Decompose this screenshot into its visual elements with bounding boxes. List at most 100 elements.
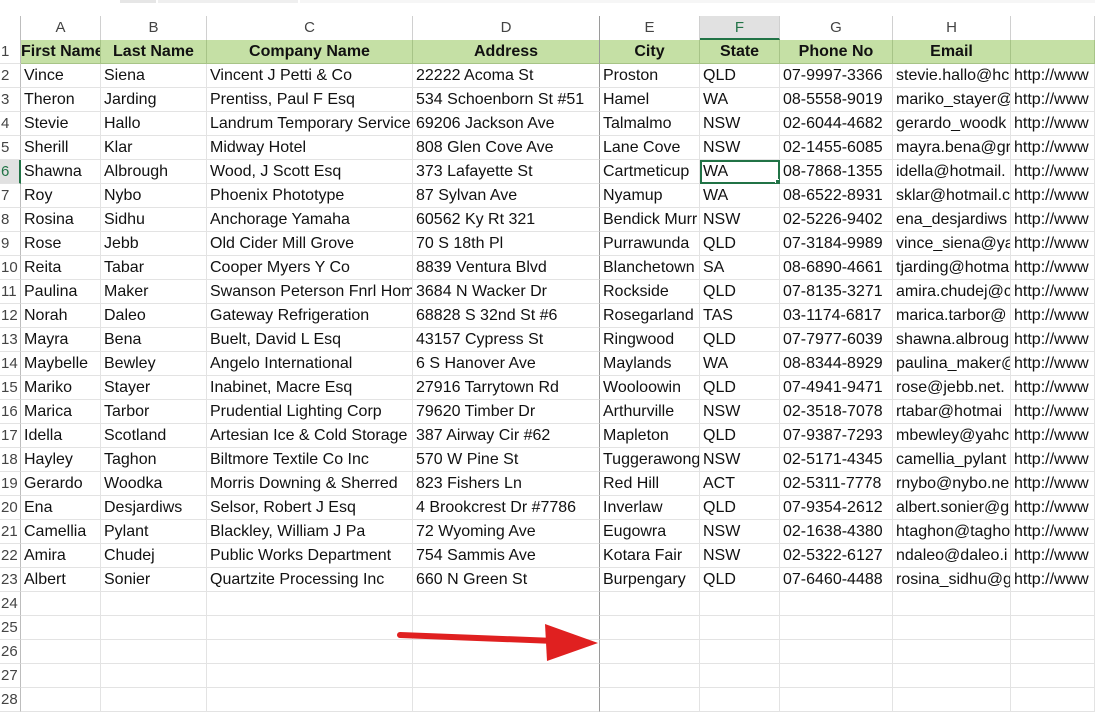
cell[interactable] [600,616,700,640]
cell[interactable]: Klar [101,136,207,160]
cell[interactable]: QLD [700,232,780,256]
cell[interactable]: QLD [700,496,780,520]
cell[interactable]: rosina_sidhu@g [893,568,1011,592]
column-title-cell[interactable]: Company Name [207,40,413,64]
cell[interactable] [893,592,1011,616]
row-header[interactable]: 4 [0,112,21,136]
cell[interactable] [893,664,1011,688]
cell[interactable]: 72 Wyoming Ave [413,520,600,544]
cell[interactable]: Rosegarland [600,304,700,328]
row-header[interactable]: 6 [0,160,21,184]
cell[interactable]: tjarding@hotma [893,256,1011,280]
cell[interactable]: WA [700,88,780,112]
cell[interactable] [207,664,413,688]
cell[interactable]: 07-9354-2612 [780,496,893,520]
cell[interactable]: 823 Fishers Ln [413,472,600,496]
cell[interactable]: 07-6460-4488 [780,568,893,592]
cell[interactable]: http://www [1011,328,1095,352]
cell[interactable]: NSW [700,136,780,160]
cell[interactable]: QLD [700,280,780,304]
row-header[interactable]: 25 [0,616,21,640]
cell[interactable] [700,688,780,712]
cell[interactable]: Reita [21,256,101,280]
cell[interactable]: Bena [101,328,207,352]
cell[interactable]: Siena [101,64,207,88]
cell[interactable]: Ringwood [600,328,700,352]
row-header[interactable]: 8 [0,208,21,232]
row-header[interactable]: 24 [0,592,21,616]
cell[interactable]: Rockside [600,280,700,304]
cell[interactable]: 08-5558-9019 [780,88,893,112]
cell[interactable]: Vincent J Petti & Co [207,64,413,88]
column-header-h[interactable]: H [893,16,1011,40]
select-all-corner[interactable] [0,16,21,40]
row-header[interactable]: 20 [0,496,21,520]
cell[interactable]: 22222 Acoma St [413,64,600,88]
cell[interactable] [207,688,413,712]
cell[interactable]: 02-6044-4682 [780,112,893,136]
cell[interactable]: 808 Glen Cove Ave [413,136,600,160]
cell[interactable]: NSW [700,448,780,472]
cell[interactable]: amira.chudej@c [893,280,1011,304]
cell[interactable]: vince_siena@ya [893,232,1011,256]
cell[interactable]: Prentiss, Paul F Esq [207,88,413,112]
cell[interactable]: Lane Cove [600,136,700,160]
cell[interactable]: mariko_stayer@ [893,88,1011,112]
cell[interactable]: Sidhu [101,208,207,232]
cell[interactable]: Phoenix Phototype [207,184,413,208]
cell[interactable] [21,640,101,664]
column-header-e[interactable]: E [600,16,700,40]
cell[interactable] [21,664,101,688]
cell[interactable]: 07-3184-9989 [780,232,893,256]
cell[interactable]: 373 Lafayette St [413,160,600,184]
row-header[interactable]: 26 [0,640,21,664]
cell[interactable]: http://www [1011,448,1095,472]
cell[interactable]: Buelt, David L Esq [207,328,413,352]
cell[interactable]: Nyamup [600,184,700,208]
cell[interactable]: http://www [1011,376,1095,400]
cell[interactable]: Camellia [21,520,101,544]
row-header[interactable]: 1 [0,40,21,64]
cell[interactable] [780,592,893,616]
column-title-cell[interactable]: Phone No [780,40,893,64]
cell[interactable]: 08-6890-4661 [780,256,893,280]
cell[interactable]: 754 Sammis Ave [413,544,600,568]
cell[interactable]: http://www [1011,88,1095,112]
cell[interactable] [780,664,893,688]
cell[interactable] [1011,664,1095,688]
cell[interactable]: http://www [1011,256,1095,280]
cell[interactable]: Maylands [600,352,700,376]
column-header-c[interactable]: C [207,16,413,40]
cell[interactable] [207,640,413,664]
cell[interactable]: http://www [1011,280,1095,304]
column-title-cell[interactable] [1011,40,1095,64]
cell[interactable]: QLD [700,64,780,88]
cell[interactable]: 534 Schoenborn St #51 [413,88,600,112]
cell[interactable]: http://www [1011,232,1095,256]
cell[interactable]: Public Works Department [207,544,413,568]
cell[interactable] [207,616,413,640]
cell[interactable]: 07-4941-9471 [780,376,893,400]
cell[interactable]: 02-1455-6085 [780,136,893,160]
cell[interactable]: Maybelle [21,352,101,376]
cell[interactable]: 27916 Tarrytown Rd [413,376,600,400]
cell[interactable]: Tarbor [101,400,207,424]
cell[interactable]: mbewley@yahc [893,424,1011,448]
column-title-cell[interactable]: City [600,40,700,64]
column-header-g[interactable]: G [780,16,893,40]
cell[interactable] [600,592,700,616]
cell[interactable]: Mayra [21,328,101,352]
cell[interactable]: Swanson Peterson Fnrl Hom [207,280,413,304]
cell[interactable] [1011,592,1095,616]
cell[interactable]: 87 Sylvan Ave [413,184,600,208]
cell[interactable]: Cartmeticup [600,160,700,184]
cell[interactable]: 660 N Green St [413,568,600,592]
cell[interactable]: Bendick Murr [600,208,700,232]
cell[interactable]: stevie.hallo@hc [893,64,1011,88]
row-header[interactable]: 7 [0,184,21,208]
cell[interactable]: NSW [700,208,780,232]
cell[interactable]: 70 S 18th Pl [413,232,600,256]
cell[interactable] [1011,640,1095,664]
cell[interactable]: http://www [1011,208,1095,232]
cell[interactable]: Selsor, Robert J Esq [207,496,413,520]
